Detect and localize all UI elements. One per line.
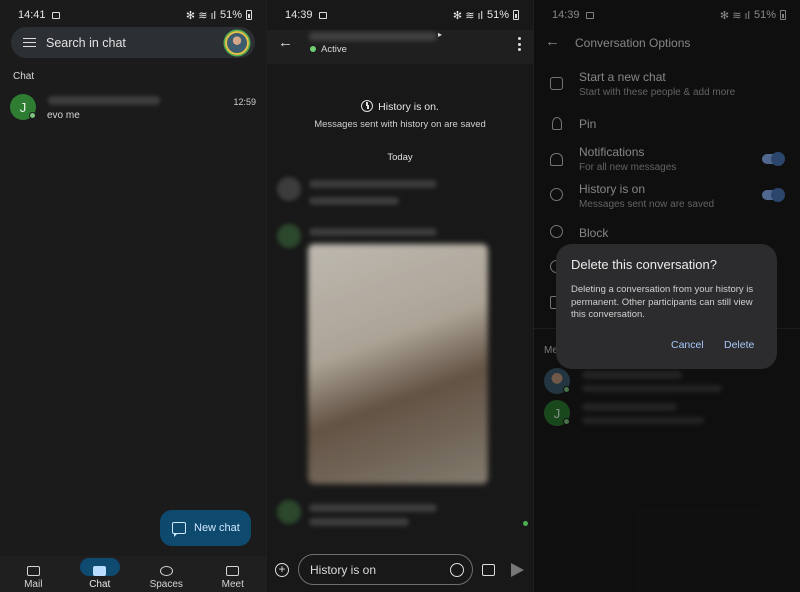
blurred-message-header <box>309 228 437 236</box>
sender-avatar <box>277 177 301 201</box>
blurred-message-header <box>309 180 437 188</box>
signal-icon: ✻ ≋ ıl <box>452 9 483 22</box>
nav-label: Chat <box>89 579 111 590</box>
battery-percent: 51% <box>219 9 242 21</box>
battery-icon <box>513 10 519 20</box>
presence-status: Active <box>321 44 347 55</box>
chat-preview: evo me <box>47 110 80 121</box>
chevron-right-icon[interactable]: ▸ <box>438 30 442 39</box>
date-divider: Today <box>387 152 413 163</box>
chat-time: 12:59 <box>233 97 256 107</box>
delete-conversation-dialog: Delete this conversation? Deleting a con… <box>556 244 777 369</box>
signal-icon: ✻ ≋ ıl <box>185 9 216 22</box>
nav-label: Meet <box>221 579 244 590</box>
new-chat-button[interactable]: New chat <box>160 510 251 546</box>
compose-icon <box>172 522 186 537</box>
read-receipt-avatar <box>522 520 529 527</box>
gallery-notification-icon <box>51 11 60 19</box>
chat-icon <box>93 566 107 576</box>
sender-avatar <box>277 224 301 248</box>
history-banner: History is on. <box>267 100 533 113</box>
nav-chat[interactable]: Chat <box>67 556 134 592</box>
image-icon[interactable] <box>482 564 495 576</box>
chat-list-screen: 14:41 ✻ ≋ ıl 51% Search in chat Chat J 12… <box>0 0 266 592</box>
status-bar: 14:41 ✻ ≋ ıl 51% <box>0 0 266 30</box>
blurred-contact-name <box>48 96 160 105</box>
status-bar: 14:39 ✻ ≋ ıl 51% <box>267 0 533 30</box>
send-icon[interactable] <box>511 563 524 577</box>
nav-label: Spaces <box>149 579 183 590</box>
gallery-notification-icon <box>318 11 327 19</box>
status-time: 14:41 <box>18 9 46 21</box>
more-options-icon[interactable] <box>518 37 521 51</box>
new-chat-label: New chat <box>194 522 240 534</box>
add-attachment-icon[interactable]: + <box>275 563 289 577</box>
conversation-screen: 14:39 ✻ ≋ ıl 51% ← ▸ Active History is on… <box>267 0 533 592</box>
status-time: 14:39 <box>285 9 313 21</box>
online-indicator <box>29 112 36 119</box>
video-icon <box>226 566 240 576</box>
blurred-contact-name[interactable] <box>309 32 437 41</box>
account-avatar[interactable] <box>225 30 249 55</box>
history-icon <box>361 100 374 112</box>
cancel-button[interactable]: Cancel <box>671 339 704 351</box>
blurred-message-header <box>309 504 437 512</box>
spaces-icon <box>159 566 173 576</box>
shared-photo[interactable] <box>308 244 488 484</box>
dialog-title: Delete this conversation? <box>571 257 717 272</box>
history-subtitle: Messages sent with history on are saved <box>314 119 486 130</box>
avatar-letter: J <box>19 99 27 115</box>
history-title: History is on. <box>378 101 439 113</box>
delete-button[interactable]: Delete <box>724 339 754 351</box>
battery-icon <box>246 10 252 20</box>
blurred-message-text <box>309 197 399 205</box>
search-bar[interactable]: Search in chat <box>11 27 255 58</box>
message-input[interactable]: History is on <box>298 554 473 585</box>
presence-dot <box>310 46 316 52</box>
nav-mail[interactable]: Mail <box>0 556 67 592</box>
blurred-message-text <box>309 518 409 526</box>
emoji-icon[interactable] <box>450 562 464 577</box>
conversation-header: ← ▸ Active <box>267 30 533 64</box>
sender-avatar <box>277 500 301 524</box>
mail-icon <box>26 566 40 576</box>
section-label: Chat <box>13 71 35 82</box>
chat-list-item[interactable]: J 12:59 evo me <box>10 94 260 122</box>
nav-meet[interactable]: Meet <box>200 556 267 592</box>
search-input[interactable]: Search in chat <box>46 36 225 50</box>
back-arrow-icon[interactable]: ← <box>278 34 293 51</box>
dialog-body: Deleting a conversation from your histor… <box>571 284 754 320</box>
battery-percent: 51% <box>486 9 509 21</box>
bottom-navigation: Mail Chat Spaces Meet <box>0 556 266 592</box>
nav-label: Mail <box>24 579 43 590</box>
menu-icon[interactable] <box>23 37 36 48</box>
nav-spaces[interactable]: Spaces <box>133 556 200 592</box>
message-input-placeholder: History is on <box>310 562 377 577</box>
